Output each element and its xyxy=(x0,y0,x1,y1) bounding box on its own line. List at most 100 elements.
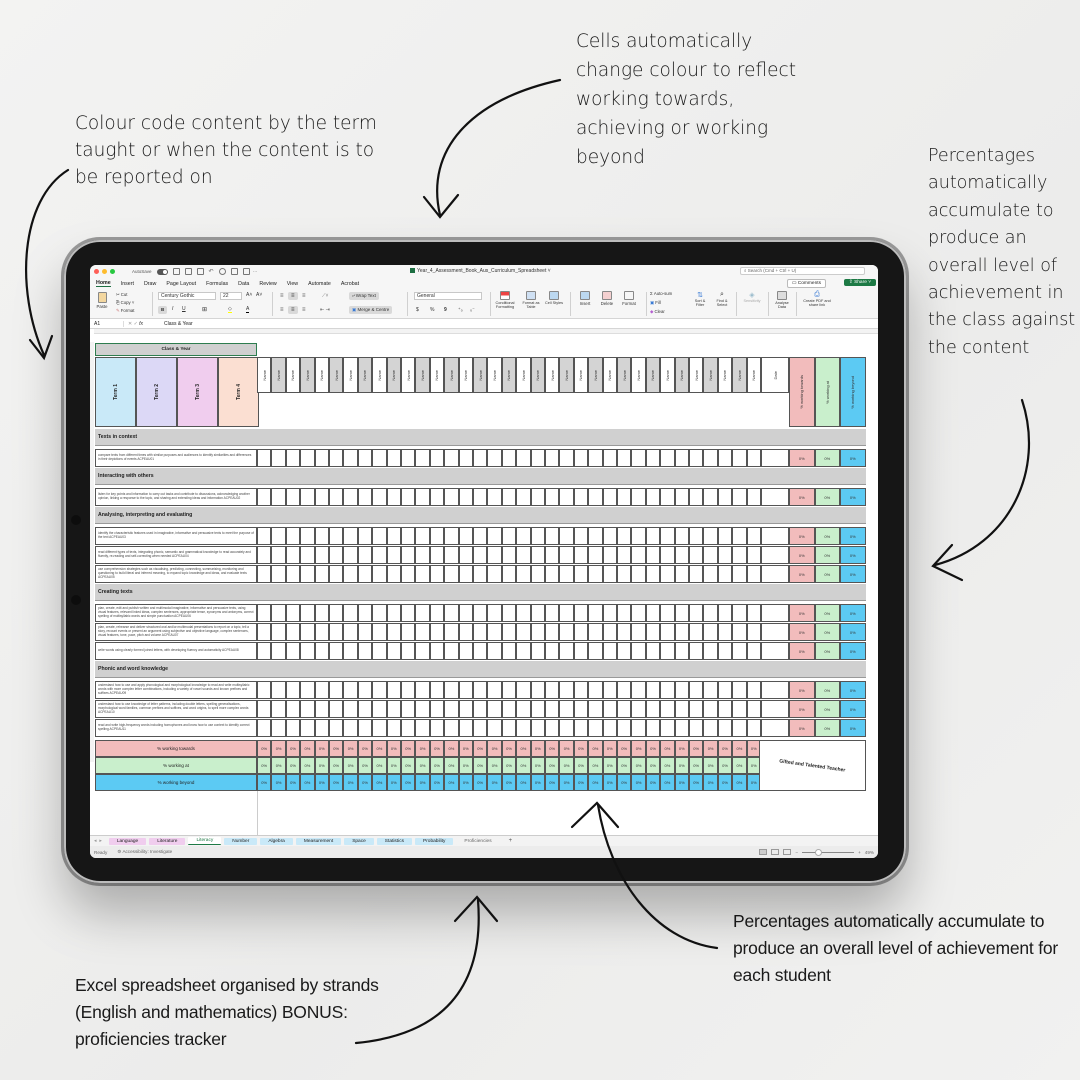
assessment-cell[interactable] xyxy=(674,719,689,737)
assessment-cell[interactable] xyxy=(717,488,733,506)
assessment-cell[interactable] xyxy=(429,604,445,622)
assessment-cell[interactable] xyxy=(674,565,689,583)
assessment-cell[interactable] xyxy=(660,623,675,641)
content-descriptor[interactable]: compare texts from different times with … xyxy=(95,449,257,467)
assessment-cell[interactable] xyxy=(689,488,704,506)
assessment-cell[interactable] xyxy=(732,700,747,718)
assessment-cell[interactable] xyxy=(285,488,301,506)
assessment-cell[interactable] xyxy=(444,623,459,641)
assessment-cell[interactable] xyxy=(588,681,603,699)
assessment-cell[interactable] xyxy=(329,449,344,467)
assessment-cell[interactable] xyxy=(617,681,632,699)
share-button[interactable]: ⇪ Share ˅ xyxy=(843,279,876,286)
assessment-cell[interactable] xyxy=(257,488,272,506)
assessment-cell[interactable] xyxy=(357,527,373,545)
sheet-tab-space[interactable]: Space xyxy=(344,837,374,845)
content-descriptor[interactable]: write words using clearly formed joined … xyxy=(95,642,257,660)
assessment-cell[interactable] xyxy=(717,527,733,545)
assessment-cell[interactable] xyxy=(501,700,517,718)
assessment-cell[interactable] xyxy=(631,642,646,660)
assessment-cell[interactable] xyxy=(689,527,704,545)
assessment-cell[interactable] xyxy=(660,565,675,583)
assessment-cell[interactable] xyxy=(429,700,445,718)
assessment-cell[interactable] xyxy=(501,565,517,583)
name-box[interactable]: A1 xyxy=(90,320,124,327)
assessment-cell[interactable] xyxy=(329,700,344,718)
assessment-cell[interactable] xyxy=(588,488,603,506)
assessment-cell[interactable] xyxy=(588,642,603,660)
assessment-cell[interactable] xyxy=(444,719,459,737)
assessment-cell[interactable] xyxy=(458,604,473,622)
assessment-cell[interactable] xyxy=(660,488,675,506)
assessment-cell[interactable] xyxy=(386,488,401,506)
assessment-cell[interactable] xyxy=(545,719,560,737)
indent-icon[interactable]: ⇤ ⇥ xyxy=(320,307,330,313)
assessment-cell[interactable] xyxy=(386,604,401,622)
date-cell[interactable] xyxy=(761,546,789,564)
assessment-cell[interactable] xyxy=(415,623,430,641)
assessment-cell[interactable] xyxy=(617,719,632,737)
student-name-header[interactable]: Name xyxy=(588,357,603,393)
strand-heading[interactable]: Phonic and word knowledge xyxy=(95,661,257,678)
assessment-cell[interactable] xyxy=(487,488,502,506)
assessment-cell[interactable] xyxy=(717,623,733,641)
assessment-cell[interactable] xyxy=(473,565,488,583)
student-name-header[interactable]: Name xyxy=(487,357,502,393)
assessment-cell[interactable] xyxy=(415,546,430,564)
assessment-cell[interactable] xyxy=(746,642,761,660)
assessment-cell[interactable] xyxy=(415,488,430,506)
assessment-cell[interactable] xyxy=(631,527,646,545)
assessment-cell[interactable] xyxy=(372,546,387,564)
student-name-header[interactable]: Name xyxy=(329,357,344,393)
assessment-cell[interactable] xyxy=(372,604,387,622)
assessment-cell[interactable] xyxy=(689,719,704,737)
assessment-cell[interactable] xyxy=(415,565,430,583)
assessment-cell[interactable] xyxy=(617,623,632,641)
assessment-cell[interactable] xyxy=(674,488,689,506)
assessment-cell[interactable] xyxy=(271,642,286,660)
search-input[interactable]: ⌕ Search (Cmd + Ctrl + U) xyxy=(740,267,865,275)
assessment-cell[interactable] xyxy=(703,719,718,737)
assessment-cell[interactable] xyxy=(401,488,416,506)
assessment-cell[interactable] xyxy=(444,642,459,660)
student-name-header[interactable]: Name xyxy=(645,357,661,393)
assessment-cell[interactable] xyxy=(660,604,675,622)
sheet-tab-proficiencies[interactable]: Proficiencies xyxy=(456,837,500,845)
accessibility-status[interactable]: ⚙ Accessibility: Investigate xyxy=(117,849,172,855)
assessment-cell[interactable] xyxy=(689,604,704,622)
assessment-cell[interactable] xyxy=(357,623,373,641)
tab-home[interactable]: Home xyxy=(96,280,111,287)
assessment-cell[interactable] xyxy=(501,527,517,545)
assessment-cell[interactable] xyxy=(487,449,502,467)
assessment-cell[interactable] xyxy=(487,642,502,660)
assessment-cell[interactable] xyxy=(429,546,445,564)
assessment-cell[interactable] xyxy=(271,623,286,641)
assessment-cell[interactable] xyxy=(343,681,358,699)
assessment-cell[interactable] xyxy=(559,681,574,699)
assessment-cell[interactable] xyxy=(372,527,387,545)
student-name-header[interactable]: Name xyxy=(458,357,473,393)
assessment-cell[interactable] xyxy=(645,623,661,641)
assessment-cell[interactable] xyxy=(386,700,401,718)
assessment-cell[interactable] xyxy=(329,642,344,660)
assessment-cell[interactable] xyxy=(559,719,574,737)
assessment-cell[interactable] xyxy=(357,642,373,660)
assessment-cell[interactable] xyxy=(573,642,589,660)
assessment-cell[interactable] xyxy=(386,565,401,583)
assessment-cell[interactable] xyxy=(372,681,387,699)
tab-formulas[interactable]: Formulas xyxy=(206,281,228,287)
assessment-cell[interactable] xyxy=(689,623,704,641)
format-painter-button[interactable]: ✎ Format xyxy=(116,308,134,314)
assessment-cell[interactable] xyxy=(473,488,488,506)
assessment-cell[interactable] xyxy=(545,565,560,583)
currency-button[interactable]: $ xyxy=(416,307,419,313)
assessment-cell[interactable] xyxy=(314,527,329,545)
assessment-cell[interactable] xyxy=(314,700,329,718)
assessment-cell[interactable] xyxy=(660,681,675,699)
assessment-cell[interactable] xyxy=(473,700,488,718)
assessment-cell[interactable] xyxy=(458,700,473,718)
assessment-cell[interactable] xyxy=(271,527,286,545)
assessment-cell[interactable] xyxy=(357,449,373,467)
cut-button[interactable]: ✂ Cut xyxy=(116,292,127,298)
assessment-cell[interactable] xyxy=(415,700,430,718)
